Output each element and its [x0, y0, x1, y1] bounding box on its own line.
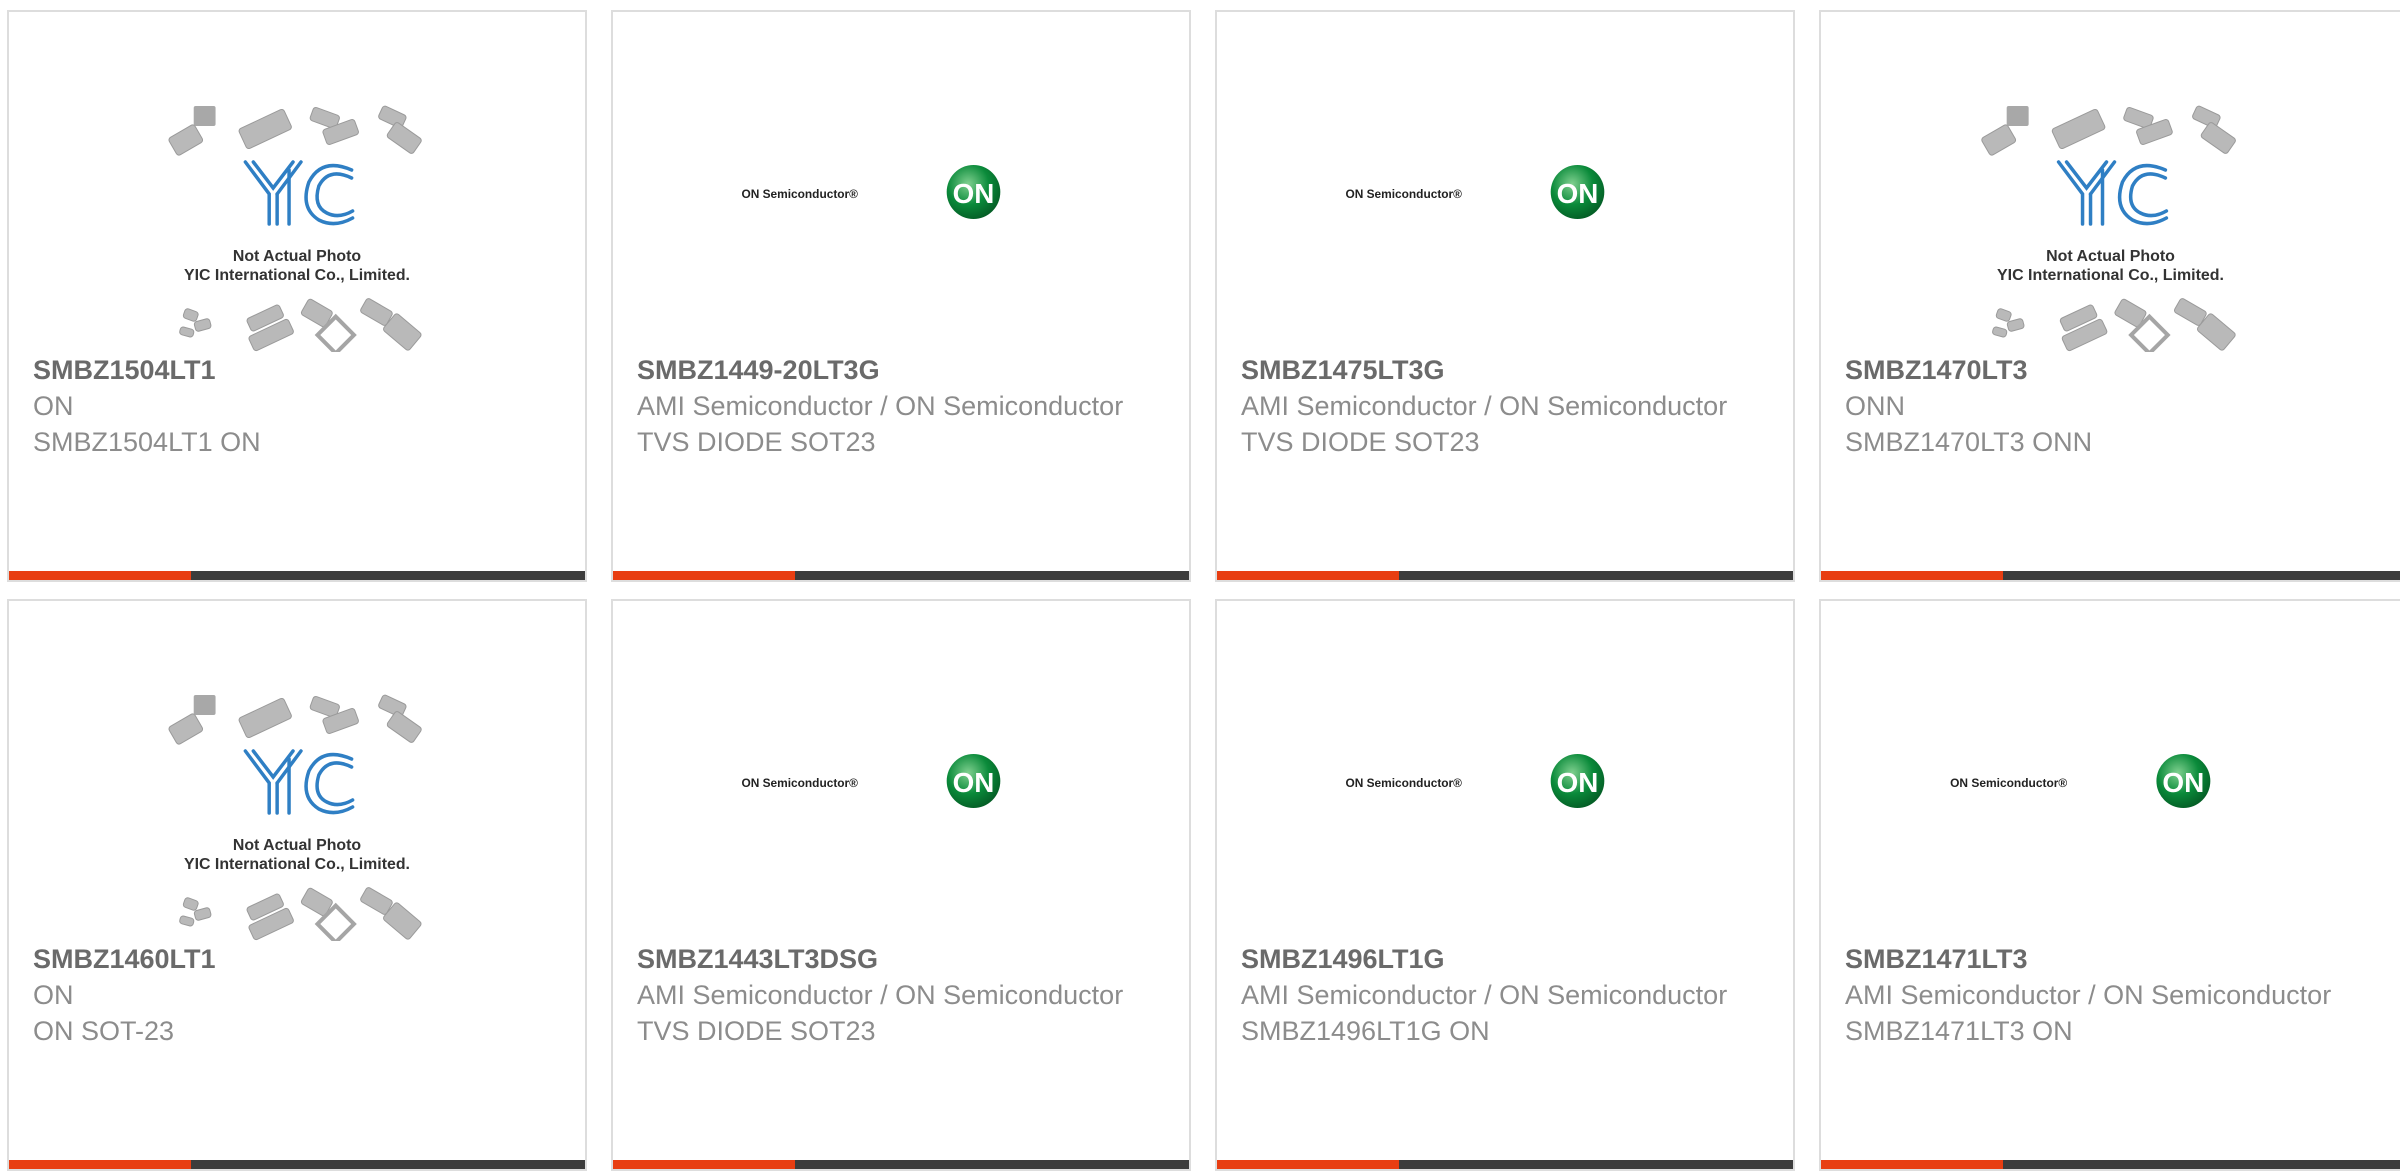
product-description: SMBZ1496LT1G ON [1241, 1016, 1490, 1046]
card-bottom-bar [1217, 1160, 1793, 1169]
on-badge-text: ON [2162, 767, 2204, 798]
card-bottom-bar [613, 1160, 1189, 1169]
product-info: SMBZ1443LT3DSG AMI Semiconductor / ON Se… [637, 941, 1169, 1049]
part-number-link[interactable]: SMBZ1470LT3 [1845, 352, 2380, 388]
card-bottom-bar [1217, 571, 1793, 580]
part-number-link[interactable]: SMBZ1504LT1 [33, 352, 565, 388]
card-accent-bar [9, 571, 191, 580]
on-semi-wordmark: ON Semiconductor® [1950, 776, 2067, 790]
product-description: TVS DIODE SOT23 [637, 427, 876, 457]
part-number-link[interactable]: SMBZ1475LT3G [1241, 352, 1773, 388]
chip-package-icons [168, 694, 422, 745]
card-accent-bar [613, 1160, 795, 1169]
not-actual-photo-caption: Not Actual Photo [2046, 248, 2175, 265]
manufacturer-name: ONN [1845, 391, 1905, 421]
on-badge-text: ON [1557, 178, 1599, 209]
on-semiconductor-logo: ON Semiconductor® ON [741, 165, 1001, 219]
manufacturer-name: AMI Semiconductor / ON Semiconductor [1845, 980, 2332, 1010]
yic-logo-icon [243, 160, 355, 226]
card-bottom-bar [9, 1160, 585, 1169]
manufacturer-name: AMI Semiconductor / ON Semiconductor [637, 391, 1124, 421]
product-image[interactable]: Not Actual Photo YIC International Co., L… [9, 12, 585, 352]
on-semiconductor-logo: ON Semiconductor® ON [1950, 754, 2211, 808]
product-image[interactable]: Not Actual Photo YIC International Co., L… [9, 601, 585, 941]
not-actual-photo-caption: Not Actual Photo [233, 248, 361, 265]
product-card[interactable]: ON Semiconductor® ON SMBZ1449-20LT3G AMI … [611, 10, 1191, 582]
on-badge-text: ON [953, 767, 995, 798]
chip-package-icons [1992, 298, 2236, 352]
card-accent-bar [1821, 571, 2003, 580]
on-semiconductor-logo: ON Semiconductor® ON [1345, 165, 1605, 219]
part-number-link[interactable]: SMBZ1443LT3DSG [637, 941, 1169, 977]
product-info: SMBZ1496LT1G AMI Semiconductor / ON Semi… [1241, 941, 1773, 1049]
chip-package-icons [168, 105, 422, 156]
product-description: SMBZ1504LT1 ON [33, 427, 261, 457]
product-card[interactable]: ON Semiconductor® ON SMBZ1471LT3 AMI Semi… [1819, 599, 2400, 1171]
product-card[interactable]: ON Semiconductor® ON SMBZ1443LT3DSG AMI S… [611, 599, 1191, 1171]
product-image[interactable]: ON Semiconductor® ON [1821, 601, 2400, 941]
on-semiconductor-logo: ON Semiconductor® ON [741, 754, 1001, 808]
chip-package-icons [179, 298, 422, 352]
manufacturer-name: AMI Semiconductor / ON Semiconductor [637, 980, 1124, 1010]
yic-logo-icon [243, 749, 355, 815]
product-description: ON SOT-23 [33, 1016, 175, 1046]
yic-company-caption: YIC International Co., Limited. [184, 856, 410, 873]
chip-package-icons [179, 887, 422, 941]
yic-placeholder-image: Not Actual Photo YIC International Co., L… [168, 105, 422, 352]
part-number-link[interactable]: SMBZ1471LT3 [1845, 941, 2380, 977]
on-semiconductor-logo: ON Semiconductor® ON [1345, 754, 1605, 808]
product-image[interactable]: ON Semiconductor® ON [613, 601, 1189, 941]
on-semi-wordmark: ON Semiconductor® [741, 187, 858, 201]
yic-placeholder-image: Not Actual Photo YIC International Co., L… [168, 694, 422, 941]
product-card[interactable]: Not Actual Photo YIC International Co., L… [1819, 10, 2400, 582]
on-semi-wordmark: ON Semiconductor® [741, 776, 858, 790]
product-image[interactable]: ON Semiconductor® ON [1217, 601, 1793, 941]
card-bottom-bar [9, 571, 585, 580]
on-badge-text: ON [953, 178, 995, 209]
product-card[interactable]: Not Actual Photo YIC International Co., L… [7, 599, 587, 1171]
product-card[interactable]: ON Semiconductor® ON SMBZ1496LT1G AMI Sem… [1215, 599, 1795, 1171]
product-description: TVS DIODE SOT23 [1241, 427, 1480, 457]
not-actual-photo-caption: Not Actual Photo [233, 837, 361, 854]
product-card[interactable]: Not Actual Photo YIC International Co., L… [7, 10, 587, 582]
part-number-link[interactable]: SMBZ1449-20LT3G [637, 352, 1169, 388]
yic-company-caption: YIC International Co., Limited. [184, 267, 410, 284]
product-description: SMBZ1470LT3 ONN [1845, 427, 2093, 457]
on-semi-wordmark: ON Semiconductor® [1345, 776, 1462, 790]
product-image[interactable]: ON Semiconductor® ON [1217, 12, 1793, 352]
part-number-link[interactable]: SMBZ1460LT1 [33, 941, 565, 977]
product-info: SMBZ1471LT3 AMI Semiconductor / ON Semic… [1845, 941, 2380, 1049]
card-bottom-bar [613, 571, 1189, 580]
card-accent-bar [1217, 571, 1399, 580]
product-image[interactable]: Not Actual Photo YIC International Co., L… [1821, 12, 2400, 352]
yic-placeholder-image: Not Actual Photo YIC International Co., L… [1981, 105, 2236, 352]
manufacturer-name: AMI Semiconductor / ON Semiconductor [1241, 980, 1728, 1010]
yic-logo-icon [2056, 160, 2169, 226]
part-number-link[interactable]: SMBZ1496LT1G [1241, 941, 1773, 977]
manufacturer-name: AMI Semiconductor / ON Semiconductor [1241, 391, 1728, 421]
manufacturer-name: ON [33, 391, 74, 421]
card-accent-bar [1217, 1160, 1399, 1169]
product-description: SMBZ1471LT3 ON [1845, 1016, 2073, 1046]
product-image[interactable]: ON Semiconductor® ON [613, 12, 1189, 352]
product-info: SMBZ1475LT3G AMI Semiconductor / ON Semi… [1241, 352, 1773, 460]
product-info: SMBZ1470LT3 ONN SMBZ1470LT3 ONN [1845, 352, 2380, 460]
product-info: SMBZ1449-20LT3G AMI Semiconductor / ON S… [637, 352, 1169, 460]
product-info: SMBZ1460LT1 ON ON SOT-23 [33, 941, 565, 1049]
manufacturer-name: ON [33, 980, 74, 1010]
on-badge-text: ON [1557, 767, 1599, 798]
card-accent-bar [1821, 1160, 2003, 1169]
product-description: TVS DIODE SOT23 [637, 1016, 876, 1046]
product-card[interactable]: ON Semiconductor® ON SMBZ1475LT3G AMI Sem… [1215, 10, 1795, 582]
product-info: SMBZ1504LT1 ON SMBZ1504LT1 ON [33, 352, 565, 460]
card-bottom-bar [1821, 1160, 2400, 1169]
card-bottom-bar [1821, 571, 2400, 580]
chip-package-icons [1981, 105, 2236, 156]
card-accent-bar [9, 1160, 191, 1169]
card-accent-bar [613, 571, 795, 580]
on-semi-wordmark: ON Semiconductor® [1345, 187, 1462, 201]
yic-company-caption: YIC International Co., Limited. [1997, 267, 2224, 284]
